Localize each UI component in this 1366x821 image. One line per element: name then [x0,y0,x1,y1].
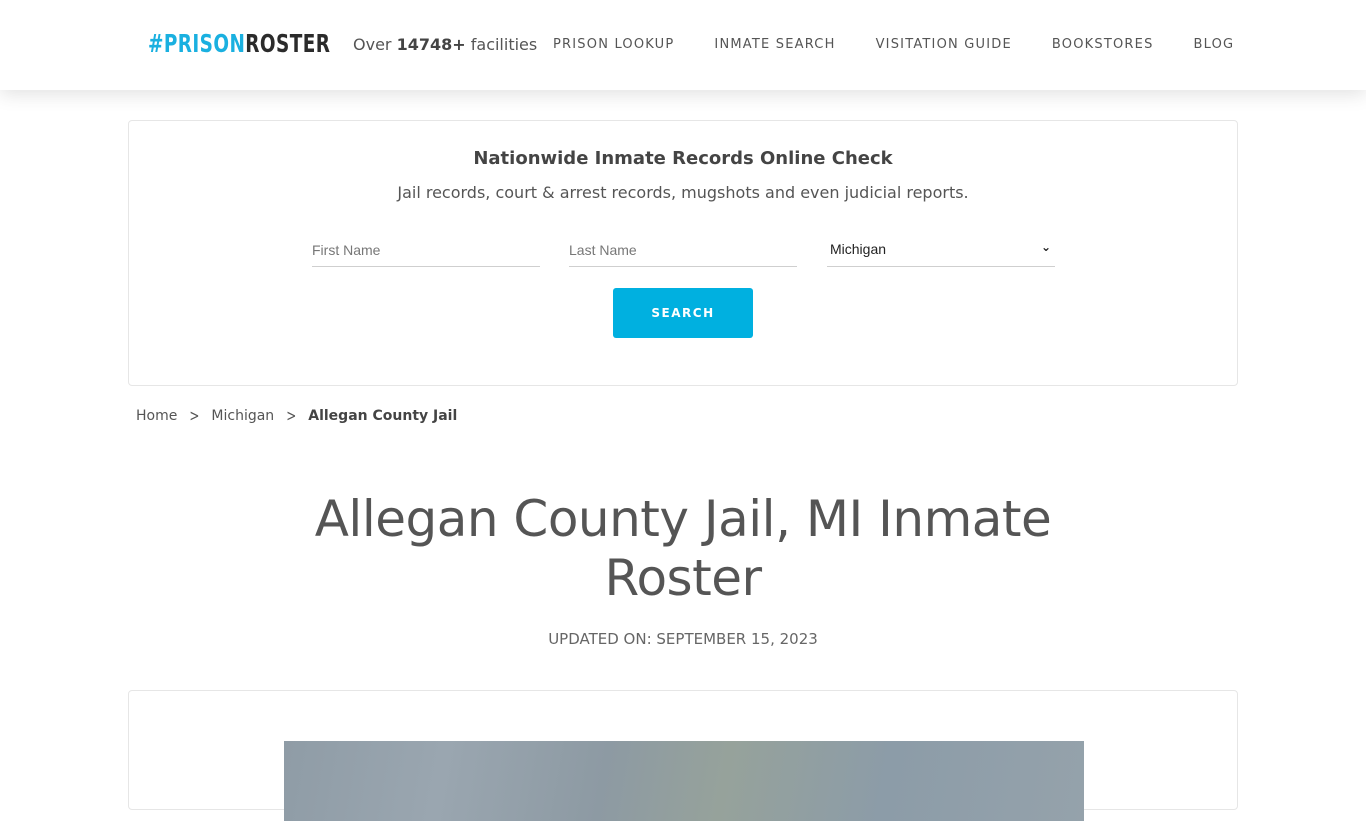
search-button[interactable]: SEARCH [613,288,753,338]
search-card-title: Nationwide Inmate Records Online Check [473,148,893,169]
chevron-right-icon: > [189,406,200,426]
breadcrumb-michigan[interactable]: Michigan [211,408,274,424]
site-header: #PRISONROSTER Over 14748+ facilities PRI… [0,0,1366,90]
chevron-right-icon: > [286,406,297,426]
nav-bookstores[interactable]: BOOKSTORES [1052,37,1154,53]
breadcrumb-current: Allegan County Jail [308,408,458,424]
logo-prison: PRISON [163,29,246,58]
tagline-suffix: facilities [470,35,538,54]
logo-roster: ROSTER [245,29,331,58]
breadcrumb-home[interactable]: Home [136,408,177,424]
facility-image [284,741,1084,821]
breadcrumb: Home > Michigan > Allegan County Jail [136,406,458,426]
page-title: Allegan County Jail, MI Inmate Roster [314,490,1052,607]
tagline-prefix: Over [353,35,392,54]
inmate-search-card: Nationwide Inmate Records Online Check J… [128,120,1238,386]
state-select-value: Michigan [830,241,887,257]
state-select[interactable]: Michigan ⌄ [827,233,1055,267]
search-card-subtitle: Jail records, court & arrest records, mu… [397,183,969,202]
first-name-input[interactable] [312,233,540,267]
logo-hash: # [148,29,164,58]
facilities-tagline: Over 14748+ facilities [353,34,537,56]
last-name-input[interactable] [569,233,797,267]
site-logo[interactable]: #PRISONROSTER [148,28,330,60]
nav-inmate-search[interactable]: INMATE SEARCH [714,37,835,53]
nav-blog[interactable]: BLOG [1194,37,1235,53]
chevron-down-icon: ⌄ [1040,240,1051,254]
nav-visitation-guide[interactable]: VISITATION GUIDE [876,37,1012,53]
main-nav: PRISON LOOKUP INMATE SEARCH VISITATION G… [553,37,1234,53]
nav-prison-lookup[interactable]: PRISON LOOKUP [553,37,674,53]
facilities-count: 14748+ [396,35,466,54]
updated-date: UPDATED ON: SEPTEMBER 15, 2023 [548,630,818,648]
facility-content-card [128,690,1238,821]
